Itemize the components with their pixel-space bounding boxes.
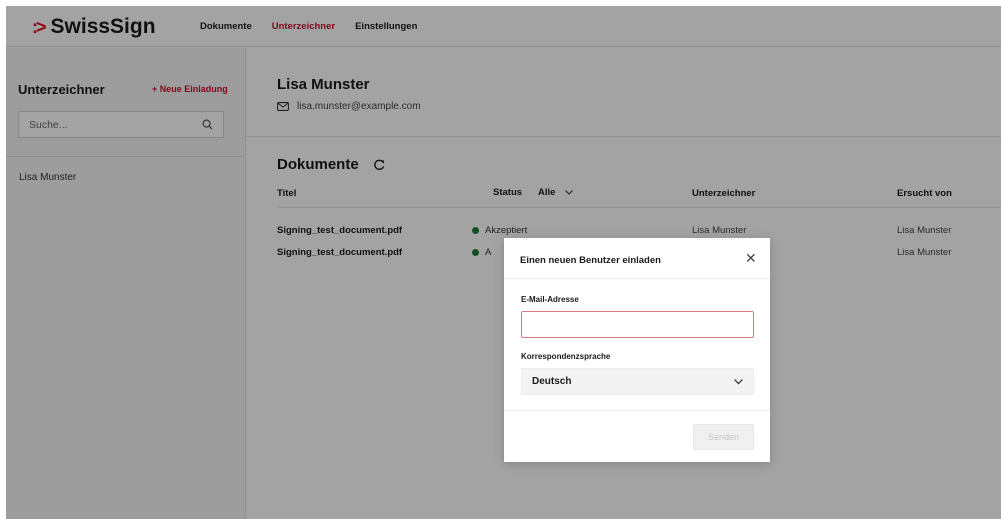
- language-select-value: Deutsch: [532, 376, 572, 387]
- dialog-header-divider: [504, 278, 770, 279]
- dialog-title: Einen neuen Benutzer einladen: [520, 255, 661, 266]
- language-label: Korrespondenzsprache: [521, 352, 611, 361]
- email-field[interactable]: [521, 311, 754, 338]
- dialog-footer-divider: [504, 410, 770, 411]
- send-button[interactable]: Senden: [693, 424, 754, 450]
- invite-user-dialog: Einen neuen Benutzer einladen ✕ E-Mail-A…: [504, 238, 770, 462]
- close-icon[interactable]: ✕: [745, 250, 757, 267]
- email-label: E-Mail-Adresse: [521, 295, 579, 304]
- language-select[interactable]: Deutsch: [521, 368, 754, 395]
- chevron-down-icon: [734, 378, 743, 385]
